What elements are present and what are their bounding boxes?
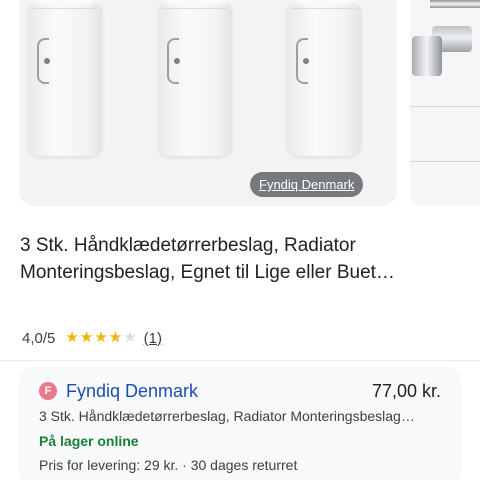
- product-image[interactable]: Fyndiq Denmark: [19, 0, 397, 206]
- star-icon: ★: [65, 329, 79, 346]
- product-title[interactable]: 3 Stk. Håndklædetørrerbeslag, Radiator M…: [20, 232, 460, 286]
- rating-row[interactable]: 4,0/5 ★★★★★ (1): [22, 328, 162, 348]
- offer-description: 3 Stk. Håndklædetørrerbeslag, Radiator M…: [39, 408, 415, 424]
- star-icon: ★: [79, 329, 94, 346]
- stock-status: På lager online: [39, 433, 139, 449]
- bracket-image-3: [287, 0, 361, 156]
- offer-card[interactable]: F Fyndiq Denmark 77,00 kr. 3 Stk. Håndkl…: [19, 367, 461, 480]
- rating-score: 4,0/5: [22, 329, 56, 347]
- star-icon: ★: [108, 329, 123, 346]
- merchant-favicon-icon: F: [39, 382, 57, 400]
- delivery-info: Pris for levering: 29 kr. · 30 dages ret…: [39, 457, 298, 473]
- store-chip[interactable]: Fyndiq Denmark: [250, 172, 364, 197]
- image-gallery[interactable]: Fyndiq Denmark: [0, 0, 480, 206]
- next-product-image[interactable]: [410, 0, 480, 206]
- offer-price: 77,00 kr.: [371, 380, 441, 401]
- star-icon: ★: [123, 329, 137, 346]
- bracket-image-1: [28, 0, 102, 156]
- review-count-link[interactable]: (1): [144, 330, 162, 347]
- merchant-row: F Fyndiq Denmark 77,00 kr.: [39, 380, 441, 402]
- star-icon: ★: [94, 329, 108, 346]
- section-divider: [0, 360, 480, 361]
- star-rating: ★★★★★: [65, 328, 137, 348]
- bracket-image-2: [158, 0, 232, 156]
- merchant-name-link[interactable]: Fyndiq Denmark: [66, 381, 198, 402]
